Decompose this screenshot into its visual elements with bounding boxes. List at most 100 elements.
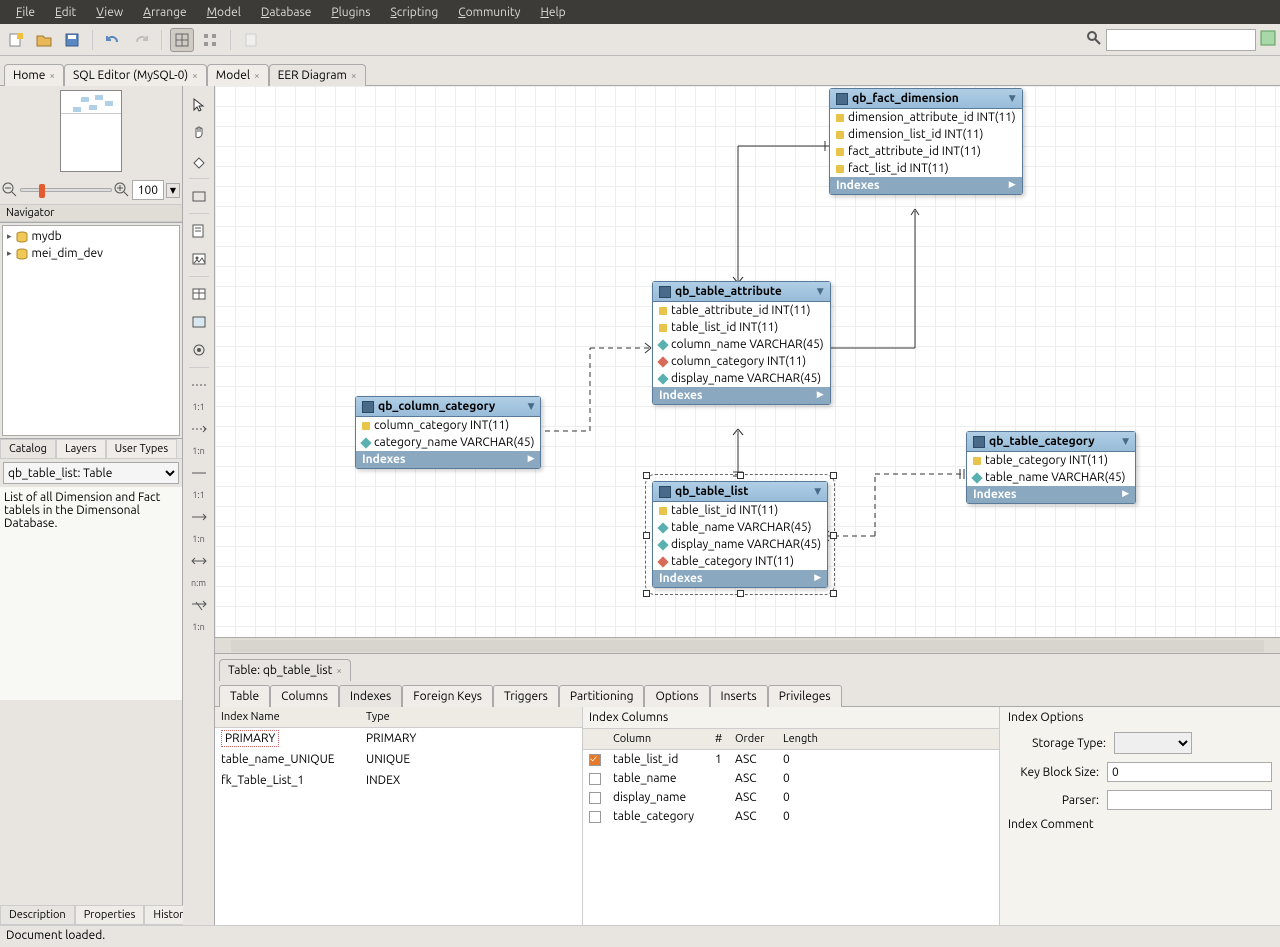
open-file-button[interactable]	[32, 28, 56, 52]
subtab-indexes[interactable]: Indexes	[339, 685, 402, 707]
search-go-icon[interactable]	[1260, 30, 1276, 49]
tool-note[interactable]	[188, 220, 210, 242]
zoom-in-icon[interactable]	[114, 182, 130, 198]
tool-rel-1-n-id[interactable]	[188, 506, 210, 528]
checkbox[interactable]	[589, 811, 601, 823]
tool-rel-existing[interactable]	[188, 594, 210, 616]
zoom-input[interactable]	[132, 180, 164, 200]
subtab-inserts[interactable]: Inserts	[710, 685, 768, 707]
tab-model[interactable]: Model×	[207, 64, 269, 86]
index-row[interactable]: fk_Table_List_1 INDEX	[215, 770, 582, 791]
subtab-privileges[interactable]: Privileges	[768, 685, 842, 707]
new-file-button[interactable]	[4, 28, 28, 52]
grid-button[interactable]	[198, 28, 222, 52]
entity-qb-fact-dimension[interactable]: qb_fact_dimension▼ dimension_attribute_i…	[829, 88, 1023, 195]
storage-type-select[interactable]	[1114, 732, 1192, 754]
zoom-dropdown[interactable]: ▼	[166, 183, 180, 198]
tool-rel-1-n-nonid[interactable]	[188, 418, 210, 440]
catalog-item-mei-dim-dev[interactable]: ▸ mei_dim_dev	[5, 245, 177, 262]
checkbox[interactable]	[589, 754, 601, 766]
sidetab-layers[interactable]: Layers	[56, 439, 106, 458]
entity-qb-table-category[interactable]: qb_table_category▼ table_category INT(11…	[966, 431, 1136, 504]
tab-home[interactable]: Home×	[4, 64, 64, 86]
desctab-properties[interactable]: Properties	[75, 905, 145, 925]
zoom-slider[interactable]	[20, 188, 112, 192]
index-column-row[interactable]: table_category ASC 0	[583, 807, 999, 826]
index-list[interactable]: Index Name Type PRIMARY PRIMARY table_na…	[215, 707, 583, 925]
entity-qb-table-list[interactable]: qb_table_list▼ table_list_id INT(11) tab…	[652, 481, 828, 588]
tool-table[interactable]	[188, 283, 210, 305]
object-selector[interactable]: qb_table_list: Table	[3, 462, 179, 484]
menu-plugins[interactable]: Plugins	[321, 2, 380, 23]
chevron-down-icon[interactable]: ▼	[528, 401, 535, 412]
menu-community[interactable]: Community	[448, 2, 530, 23]
catalog-item-mydb[interactable]: ▸ mydb	[5, 228, 177, 245]
tab-eer-diagram[interactable]: EER Diagram×	[269, 64, 366, 86]
chevron-down-icon[interactable]: ▼	[814, 486, 821, 497]
tool-rel-n-m[interactable]	[188, 550, 210, 572]
entity-qb-column-category[interactable]: qb_column_category▼ column_category INT(…	[355, 396, 541, 469]
editor-tab[interactable]: Table: qb_table_list×	[219, 659, 351, 681]
navigator-preview[interactable]	[0, 86, 182, 176]
menu-scripting[interactable]: Scripting	[380, 2, 448, 23]
desctab-description[interactable]: Description	[0, 905, 75, 925]
index-column-row[interactable]: table_list_id 1 ASC 0	[583, 750, 999, 769]
tool-eraser[interactable]	[188, 150, 210, 172]
search-input[interactable]	[1106, 29, 1256, 51]
tab-sql-editor[interactable]: SQL Editor (MySQL-0)×	[64, 64, 207, 86]
close-icon[interactable]: ×	[351, 70, 357, 81]
menu-edit[interactable]: Edit	[45, 2, 86, 23]
close-icon[interactable]: ×	[192, 70, 198, 81]
entity-qb-table-attribute[interactable]: qb_table_attribute▼ table_attribute_id I…	[652, 281, 831, 405]
chevron-down-icon[interactable]: ▼	[1122, 436, 1129, 447]
subtab-foreign-keys[interactable]: Foreign Keys	[402, 685, 493, 707]
zoom-out-icon[interactable]	[2, 182, 18, 198]
arrow-right-icon[interactable]: ▶	[814, 572, 821, 585]
arrow-right-icon[interactable]: ▶	[817, 389, 824, 402]
arrow-right-icon[interactable]: ▶	[528, 453, 535, 466]
chevron-down-icon[interactable]: ▼	[1009, 93, 1016, 104]
sidetab-catalog[interactable]: Catalog	[0, 439, 56, 458]
menu-file[interactable]: File	[6, 2, 45, 23]
chevron-down-icon[interactable]: ▼	[817, 286, 824, 297]
close-icon[interactable]: ×	[49, 70, 55, 81]
index-row-primary[interactable]: PRIMARY PRIMARY	[215, 728, 582, 749]
parser-input[interactable]	[1107, 790, 1272, 810]
menu-view[interactable]: View	[86, 2, 133, 23]
undo-button[interactable]	[101, 28, 125, 52]
tool-rel-1-1-id[interactable]	[188, 462, 210, 484]
grid-toggle-button[interactable]	[170, 28, 194, 52]
page-button[interactable]	[239, 28, 263, 52]
tool-routine[interactable]	[188, 339, 210, 361]
eer-canvas[interactable]: qb_fact_dimension▼ dimension_attribute_i…	[215, 86, 1280, 637]
subtab-options[interactable]: Options	[644, 685, 709, 707]
index-column-row[interactable]: table_name ASC 0	[583, 769, 999, 788]
subtab-triggers[interactable]: Triggers	[493, 685, 559, 707]
sidetab-user-types[interactable]: User Types	[106, 439, 178, 458]
checkbox[interactable]	[589, 773, 601, 785]
key-block-input[interactable]	[1107, 762, 1272, 782]
close-icon[interactable]: ×	[336, 665, 342, 676]
tool-layer[interactable]	[188, 185, 210, 207]
menu-database[interactable]: Database	[251, 2, 322, 23]
menu-model[interactable]: Model	[197, 2, 251, 23]
subtab-columns[interactable]: Columns	[270, 685, 339, 707]
tool-pointer[interactable]	[188, 94, 210, 116]
menu-help[interactable]: Help	[530, 2, 575, 23]
tree-arrow-icon[interactable]: ▸	[7, 231, 12, 242]
redo-button[interactable]	[129, 28, 153, 52]
index-column-row[interactable]: display_name ASC 0	[583, 788, 999, 807]
menu-arrange[interactable]: Arrange	[133, 2, 196, 23]
tool-image[interactable]	[188, 248, 210, 270]
tool-rel-1-1-nonid[interactable]	[188, 374, 210, 396]
save-button[interactable]	[60, 28, 84, 52]
catalog-tree[interactable]: ▸ mydb ▸ mei_dim_dev	[2, 225, 180, 436]
tree-arrow-icon[interactable]: ▸	[7, 248, 12, 259]
arrow-right-icon[interactable]: ▶	[1122, 488, 1129, 501]
subtab-table[interactable]: Table	[219, 685, 270, 707]
subtab-partitioning[interactable]: Partitioning	[559, 685, 645, 707]
checkbox[interactable]	[589, 792, 601, 804]
close-icon[interactable]: ×	[254, 70, 260, 81]
tool-view[interactable]	[188, 311, 210, 333]
index-row[interactable]: table_name_UNIQUE UNIQUE	[215, 749, 582, 770]
